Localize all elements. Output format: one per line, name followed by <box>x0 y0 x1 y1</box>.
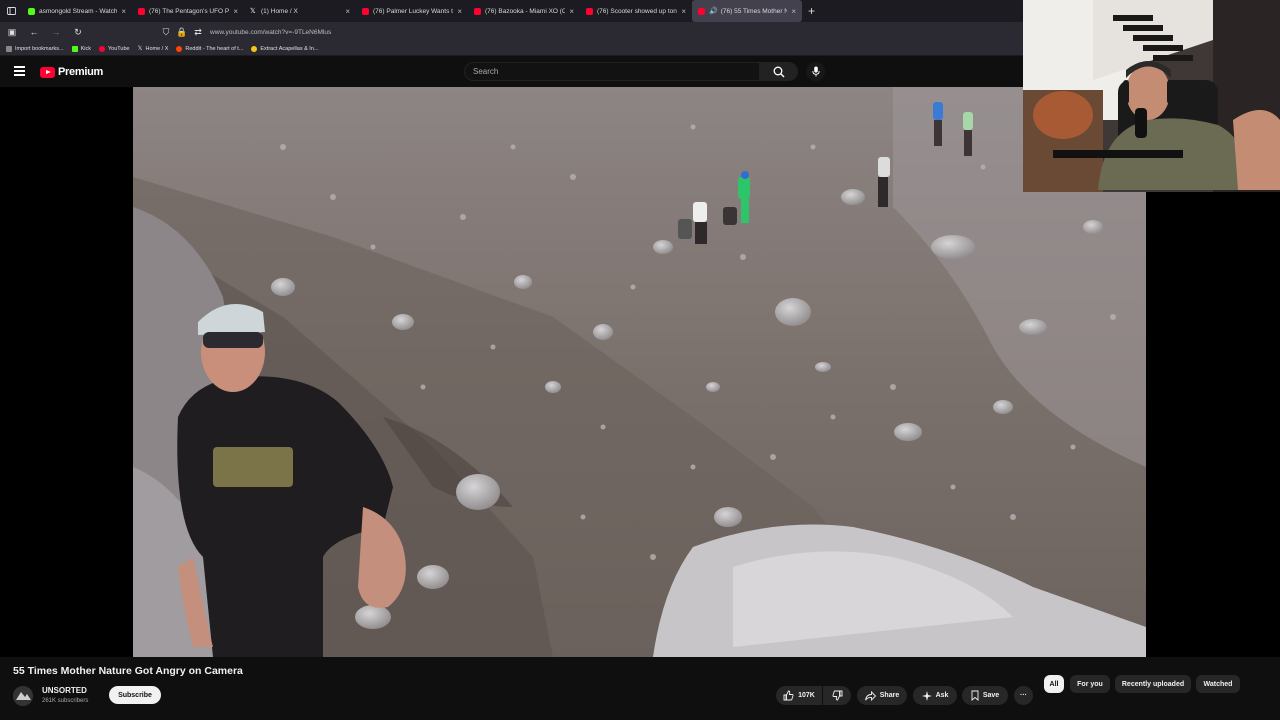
chip-all[interactable]: All <box>1044 675 1064 693</box>
youtube-favicon-icon <box>698 7 705 15</box>
close-tab-icon[interactable]: × <box>121 7 126 16</box>
channel-name[interactable]: UNSORTED <box>42 686 87 695</box>
search-input[interactable]: Search <box>464 62 760 81</box>
share-icon <box>864 690 876 701</box>
chip-watched[interactable]: Watched <box>1196 675 1240 693</box>
sidebar-toggle-icon[interactable] <box>0 0 22 22</box>
save-label: Save <box>982 692 1000 699</box>
permissions-icon[interactable]: ⇄ <box>192 27 204 38</box>
browser-tab-active[interactable]: 🔊 (76) 55 Times Mother Natu × <box>692 0 802 22</box>
video-player[interactable] <box>133 87 1146 657</box>
subscriber-count: 261K subscribers <box>42 698 89 704</box>
search-icon <box>773 66 785 77</box>
import-icon <box>6 45 12 52</box>
thumbs-down-icon <box>831 690 842 701</box>
search-button[interactable] <box>760 62 798 81</box>
browser-tab[interactable]: (76) Bazooka - Miami XO (Offici × <box>468 0 580 22</box>
bookmark-icon <box>971 690 979 701</box>
acapella-icon <box>251 45 258 52</box>
dislike-button[interactable] <box>823 686 851 705</box>
youtube-favicon-icon <box>362 7 369 15</box>
ask-button[interactable]: Ask <box>913 686 957 705</box>
chip-for-you[interactable]: For you <box>1070 675 1110 693</box>
subscribe-button[interactable]: Subscribe <box>109 686 161 704</box>
forward-arrow-icon[interactable]: → <box>50 27 62 37</box>
video-title: 55 Times Mother Nature Got Angry on Came… <box>13 665 243 677</box>
streamer-webcam <box>1023 0 1280 192</box>
x-icon: 𝕏 <box>137 46 143 52</box>
close-tab-icon[interactable]: × <box>681 7 686 16</box>
new-tab-button[interactable]: + <box>808 4 815 18</box>
url-bar[interactable]: www.youtube.com/watch?v=-9TLeN6Mlus <box>210 29 331 36</box>
sparkle-icon <box>921 690 932 701</box>
close-tab-icon[interactable]: × <box>569 7 574 16</box>
back-arrow-icon[interactable]: ← <box>28 27 40 37</box>
tab-label: (76) Bazooka - Miami XO (Offici <box>485 7 566 15</box>
tab-label: asmongold Stream - Watch Liv <box>39 7 118 15</box>
youtube-play-icon <box>40 66 55 78</box>
browser-tab[interactable]: (76) Palmer Luckey Wants to Be × <box>356 0 468 22</box>
logo-text: Premium <box>58 66 103 78</box>
chip-recently-uploaded[interactable]: Recently uploaded <box>1115 675 1191 693</box>
youtube-premium-logo[interactable]: Premium <box>40 66 103 78</box>
kick-icon <box>71 45 78 52</box>
voice-search-button[interactable] <box>806 62 825 81</box>
close-tab-icon[interactable]: × <box>791 7 796 16</box>
bookmarks-bar: Import bookmarks... Kick YouTube 𝕏 Home /… <box>0 42 1024 56</box>
save-button[interactable]: Save <box>962 686 1008 705</box>
kick-favicon-icon <box>28 7 35 15</box>
bookmark-item[interactable]: Kick <box>71 45 91 52</box>
youtube-favicon-icon <box>586 7 593 15</box>
player-letterbox-left <box>0 87 133 657</box>
bookmark-item[interactable]: Extract Acapellas & In... <box>251 45 318 52</box>
channel-logo-icon <box>13 686 33 706</box>
browser-nav-bar: ▣ ← → ↻ ⛉ 🔒 ⇄ www.youtube.com/watch?v=-9… <box>0 22 1024 42</box>
tab-label: (76) Palmer Luckey Wants to Be <box>373 7 453 15</box>
tab-label: (76) The Pentagon's UFO Progr <box>149 7 230 15</box>
sidebar-panel-icon[interactable]: ▣ <box>6 27 18 38</box>
like-button[interactable]: 107K <box>776 686 822 705</box>
tab-label: (1) Home / X <box>261 7 298 15</box>
browser-tab[interactable]: (76) The Pentagon's UFO Progr × <box>132 0 244 22</box>
video-frame-mountain-slope <box>133 87 1146 657</box>
bookmark-item[interactable]: 𝕏 Home / X <box>137 45 169 53</box>
close-tab-icon[interactable]: × <box>345 7 350 16</box>
speaker-icon[interactable]: 🔊 <box>709 7 718 15</box>
browser-tab-strip: asmongold Stream - Watch Liv × (76) The … <box>0 0 1024 22</box>
browser-tab[interactable]: (76) Scooter showed up tonigh × <box>580 0 692 22</box>
player-letterbox-right <box>1146 192 1280 657</box>
reload-icon[interactable]: ↻ <box>72 27 84 38</box>
tab-label: (76) Scooter showed up tonigh <box>597 7 678 15</box>
more-actions-button[interactable]: ··· <box>1014 686 1033 705</box>
bookmark-item[interactable]: Reddit - The heart of t... <box>176 45 243 52</box>
bookmark-item[interactable]: YouTube <box>99 45 130 52</box>
like-count: 107K <box>798 692 815 699</box>
close-tab-icon[interactable]: × <box>233 7 238 16</box>
more-horizontal-icon: ··· <box>1020 692 1027 699</box>
tab-label: (76) 55 Times Mother Natu <box>720 7 788 15</box>
reddit-icon <box>176 45 183 52</box>
x-favicon-icon: 𝕏 <box>250 7 256 15</box>
youtube-icon <box>99 45 105 52</box>
close-tab-icon[interactable]: × <box>457 7 462 16</box>
youtube-header: Premium Search <box>0 56 1024 87</box>
lock-icon[interactable]: 🔒 <box>176 27 188 38</box>
share-label: Share <box>879 692 900 699</box>
mic-icon <box>811 66 820 77</box>
ask-label: Ask <box>935 692 949 699</box>
channel-avatar[interactable] <box>13 686 33 706</box>
shield-icon[interactable]: ⛉ <box>160 27 172 38</box>
browser-tab[interactable]: 𝕏 (1) Home / X × <box>244 0 356 22</box>
browser-tab[interactable]: asmongold Stream - Watch Liv × <box>22 0 132 22</box>
thumbs-up-icon <box>783 690 794 701</box>
youtube-favicon-icon <box>138 7 145 15</box>
bookmark-item[interactable]: Import bookmarks... <box>6 45 64 52</box>
webcam-overlay <box>1023 0 1280 192</box>
share-button[interactable]: Share <box>857 686 907 705</box>
youtube-favicon-icon <box>474 7 481 15</box>
menu-icon[interactable] <box>14 66 25 76</box>
